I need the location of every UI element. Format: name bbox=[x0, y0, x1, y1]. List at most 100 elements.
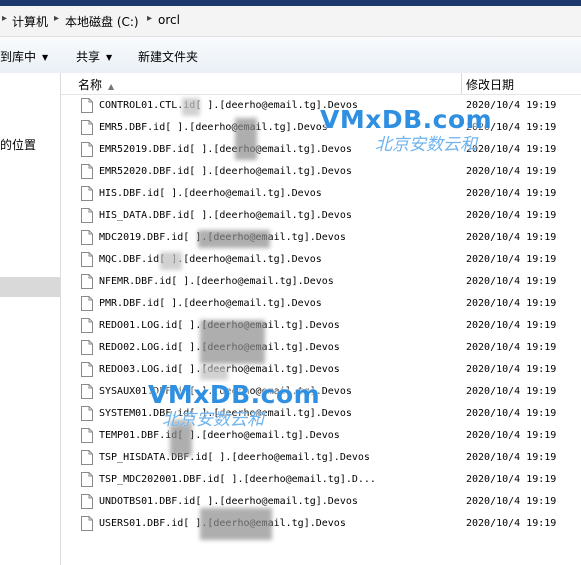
file-row[interactable]: REDO03.LOG.id[ ].[deerho@email.tg].Devos… bbox=[61, 359, 581, 381]
file-name: EMR52020.DBF.id[ ].[deerho@email.tg].Dev… bbox=[99, 166, 352, 177]
file-icon bbox=[81, 120, 93, 135]
file-row[interactable]: TSP_HISDATA.DBF.id[ ].[deerho@email.tg].… bbox=[61, 447, 581, 469]
file-row[interactable]: EMR52020.DBF.id[ ].[deerho@email.tg].Dev… bbox=[61, 161, 581, 183]
file-name: NFEMR.DBF.id[ ].[deerho@email.tg].Devos bbox=[99, 276, 334, 287]
watermark: VMxDB.com 北京安数云和 bbox=[320, 105, 492, 155]
file-date-modified: 2020/10/4 19:19 bbox=[466, 452, 557, 463]
file-row[interactable]: REDO02.LOG.id[ ].[deerho@email.tg].Devos… bbox=[61, 337, 581, 359]
file-row[interactable]: TEMP01.DBF.id[ ].[deerho@email.tg].Devos… bbox=[61, 425, 581, 447]
redaction-blur bbox=[235, 118, 257, 160]
file-row[interactable]: HIS.DBF.id[ ].[deerho@email.tg].Devos 202… bbox=[61, 183, 581, 205]
redaction-blur bbox=[182, 98, 200, 116]
redaction-blur bbox=[200, 508, 272, 540]
file-icon bbox=[81, 142, 93, 157]
redaction-blur bbox=[160, 252, 182, 270]
file-icon bbox=[81, 230, 93, 245]
breadcrumb-separator: ▸ bbox=[54, 13, 60, 24]
file-icon bbox=[81, 164, 93, 179]
file-row[interactable]: MDC2019.DBF.id[ ].[deerho@email.tg].Devo… bbox=[61, 227, 581, 249]
redaction-blur bbox=[200, 320, 265, 364]
file-row[interactable]: UNDOTBS01.DBF.id[ ].[deerho@email.tg].De… bbox=[61, 491, 581, 513]
breadcrumb-computer[interactable]: 计算机 bbox=[12, 13, 48, 30]
file-date-modified: 2020/10/4 19:19 bbox=[466, 210, 557, 221]
file-row[interactable]: USERS01.DBF.id[ ].[deerho@email.tg].Devo… bbox=[61, 513, 581, 535]
file-date-modified: 2020/10/4 19:19 bbox=[466, 342, 557, 353]
address-bar[interactable]: ▸ 计算机 ▸ 本地磁盘 (C:) ▸ orcl bbox=[0, 6, 581, 37]
chevron-down-icon: ▼ bbox=[106, 53, 113, 62]
file-name: TSP_MDC202001.DBF.id[ ].[deerho@email.tg… bbox=[99, 474, 376, 485]
file-date-modified: 2020/10/4 19:19 bbox=[466, 298, 557, 309]
file-date-modified: 2020/10/4 19:19 bbox=[466, 518, 557, 529]
navigation-pane: 的位置 bbox=[0, 73, 61, 565]
breadcrumb-separator: ▸ bbox=[2, 13, 8, 24]
file-icon bbox=[81, 274, 93, 289]
include-in-library-button[interactable]: 到库中 ▼ bbox=[0, 48, 48, 65]
nav-item-locations[interactable]: 的位置 bbox=[0, 136, 36, 153]
file-icon bbox=[81, 208, 93, 223]
breadcrumb-local-disk[interactable]: 本地磁盘 (C:) bbox=[65, 13, 139, 30]
file-icon bbox=[81, 494, 93, 509]
file-date-modified: 2020/10/4 19:19 bbox=[466, 232, 557, 243]
name-column-label: 名称 bbox=[78, 78, 103, 92]
sort-ascending-icon: ▲ bbox=[108, 82, 115, 91]
watermark-subtitle: 北京安数云和 bbox=[375, 135, 477, 155]
file-date-modified: 2020/10/4 19:19 bbox=[466, 254, 557, 265]
file-name: TSP_HISDATA.DBF.id[ ].[deerho@email.tg].… bbox=[99, 452, 370, 463]
file-date-modified: 2020/10/4 19:19 bbox=[466, 430, 557, 441]
file-icon bbox=[81, 296, 93, 311]
watermark: VMxDB.com 北京安数云和 bbox=[148, 380, 320, 430]
file-row[interactable]: REDO01.LOG.id[ ].[deerho@email.tg].Devos… bbox=[61, 315, 581, 337]
redaction-blur bbox=[198, 230, 270, 248]
file-name: EMR5.DBF.id[ ].[deerho@email.tg].Devos bbox=[99, 122, 328, 133]
file-icon bbox=[81, 516, 93, 531]
file-row[interactable]: SYSAUX01.DBF.id[ ].[deerho@email.tg].Dev… bbox=[61, 381, 581, 403]
file-icon bbox=[81, 340, 93, 355]
file-date-modified: 2020/10/4 19:19 bbox=[466, 474, 557, 485]
share-label: 共享 bbox=[76, 50, 101, 64]
file-icon bbox=[81, 406, 93, 421]
file-date-modified: 2020/10/4 19:19 bbox=[466, 386, 557, 397]
new-folder-button[interactable]: 新建文件夹 bbox=[138, 48, 198, 65]
file-row[interactable]: HIS_DATA.DBF.id[ ].[deerho@email.tg].Dev… bbox=[61, 205, 581, 227]
file-date-modified: 2020/10/4 19:19 bbox=[466, 496, 557, 507]
file-row[interactable]: SYSTEM01.DBF.id[ ].[deerho@email.tg].Dev… bbox=[61, 403, 581, 425]
file-name: HIS_DATA.DBF.id[ ].[deerho@email.tg].Dev… bbox=[99, 210, 352, 221]
file-icon bbox=[81, 384, 93, 399]
date-modified-column-header[interactable]: 修改日期 bbox=[466, 76, 514, 93]
file-name: HIS.DBF.id[ ].[deerho@email.tg].Devos bbox=[99, 188, 322, 199]
redaction-blur bbox=[200, 366, 228, 380]
file-row[interactable]: NFEMR.DBF.id[ ].[deerho@email.tg].Devos 2… bbox=[61, 271, 581, 293]
file-icon bbox=[81, 318, 93, 333]
file-date-modified: 2020/10/4 19:19 bbox=[466, 166, 557, 177]
file-name: UNDOTBS01.DBF.id[ ].[deerho@email.tg].De… bbox=[99, 496, 358, 507]
file-name: PMR.DBF.id[ ].[deerho@email.tg].Devos bbox=[99, 298, 322, 309]
file-icon bbox=[81, 98, 93, 113]
chevron-down-icon: ▼ bbox=[42, 53, 49, 62]
file-icon bbox=[81, 362, 93, 377]
file-row[interactable]: MQC.DBF.id[ ].[deerho@email.tg].Devos 202… bbox=[61, 249, 581, 271]
file-row[interactable]: PMR.DBF.id[ ].[deerho@email.tg].Devos 202… bbox=[61, 293, 581, 315]
command-bar: 到库中 ▼ 共享 ▼ 新建文件夹 bbox=[0, 37, 581, 74]
file-icon bbox=[81, 252, 93, 267]
breadcrumb-orcl[interactable]: orcl bbox=[158, 13, 180, 27]
file-date-modified: 2020/10/4 19:19 bbox=[466, 364, 557, 375]
breadcrumb-separator: ▸ bbox=[147, 13, 153, 24]
file-icon bbox=[81, 450, 93, 465]
file-date-modified: 2020/10/4 19:19 bbox=[466, 320, 557, 331]
column-divider[interactable] bbox=[461, 73, 462, 94]
column-headers: 名称 ▲ 修改日期 bbox=[61, 73, 581, 95]
file-date-modified: 2020/10/4 19:19 bbox=[466, 408, 557, 419]
file-row[interactable]: TSP_MDC202001.DBF.id[ ].[deerho@email.tg… bbox=[61, 469, 581, 491]
share-button[interactable]: 共享 ▼ bbox=[76, 48, 112, 65]
file-icon bbox=[81, 186, 93, 201]
file-date-modified: 2020/10/4 19:19 bbox=[466, 188, 557, 199]
file-icon bbox=[81, 472, 93, 487]
nav-item-selected[interactable] bbox=[0, 277, 60, 297]
file-date-modified: 2020/10/4 19:19 bbox=[466, 276, 557, 287]
file-name: EMR52019.DBF.id[ ].[deerho@email.tg].Dev… bbox=[99, 144, 352, 155]
name-column-header[interactable]: 名称 ▲ bbox=[78, 76, 114, 93]
file-name: MQC.DBF.id[ ].[deerho@email.tg].Devos bbox=[99, 254, 322, 265]
file-icon bbox=[81, 428, 93, 443]
include-in-library-label: 到库中 bbox=[0, 50, 37, 64]
file-name: TEMP01.DBF.id[ ].[deerho@email.tg].Devos bbox=[99, 430, 340, 441]
